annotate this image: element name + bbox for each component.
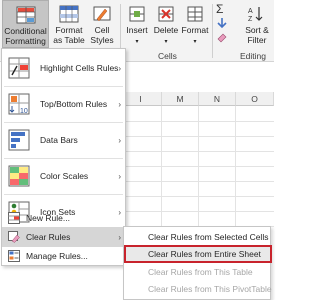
column-header[interactable]: N (199, 92, 236, 106)
format-as-table-button[interactable]: Format as Table (50, 0, 88, 48)
conditional-formatting-label: Conditional Formatting (4, 26, 47, 46)
insert-cells-icon (127, 5, 147, 23)
menu-item-label: New Rule... (26, 213, 70, 223)
column-header[interactable]: I (120, 92, 162, 106)
menu-item-manage-rules[interactable]: Manage Rules... (2, 246, 125, 266)
autosum-button[interactable]: Σ (216, 2, 236, 16)
chevron-down-icon: ▾ (193, 39, 197, 45)
menu-item-label: Color Scales (40, 171, 89, 181)
cell-styles-icon (92, 5, 112, 23)
submenu-item-clear-this-table: Clear Rules from This Table (148, 267, 253, 277)
top-bottom-icon: 10 (8, 93, 30, 117)
menu-item-highlight-cells-rules[interactable]: Highlight Cells Rules › (2, 51, 125, 85)
cell-styles-label: Cell Styles (90, 25, 114, 45)
editing-group-label: Editing (240, 51, 266, 61)
chevron-right-icon: › (118, 135, 121, 145)
format-as-table-icon (59, 5, 79, 23)
format-cells-icon (185, 5, 205, 23)
gridline (120, 211, 274, 212)
eraser-icon (217, 33, 227, 43)
menu-item-label: Data Bars (40, 135, 78, 145)
menu-item-label: Top/Bottom Rules (40, 99, 108, 109)
sort-filter-button[interactable]: A Z Sort & Filter (240, 0, 274, 48)
column-header[interactable]: M (162, 92, 199, 106)
cell-styles-button[interactable]: Cell Styles (88, 0, 116, 48)
menu-item-label: Highlight Cells Rules (40, 63, 119, 73)
menu-item-label: Clear Rules (26, 232, 71, 242)
menu-item-new-rule[interactable]: New Rule... (2, 208, 125, 228)
chevron-right-icon: › (118, 171, 121, 181)
fill-button[interactable] (216, 17, 230, 29)
insert-button[interactable]: Insert ▾ (123, 0, 151, 48)
menu-item-data-bars[interactable]: Data Bars › (2, 123, 125, 157)
sigma-icon: Σ (216, 2, 224, 16)
cells-group-label: Cells (158, 51, 177, 61)
menu-item-top-bottom-rules[interactable]: 10 Top/Bottom Rules › (2, 87, 125, 121)
conditional-formatting-icon (16, 6, 36, 24)
ribbon-separator (212, 4, 213, 58)
svg-text:A: A (248, 8, 253, 15)
menu-item-label: Manage Rules... (26, 251, 88, 261)
format-label: Format (181, 25, 209, 35)
insert-label: Insert (126, 25, 148, 35)
gridline (120, 136, 274, 137)
new-rule-icon (8, 212, 20, 226)
data-bars-icon (8, 129, 30, 153)
conditional-formatting-menu: Highlight Cells Rules › 10 Top/Bottom Ru… (1, 48, 126, 266)
gridline (120, 181, 274, 182)
svg-text:Z: Z (248, 16, 253, 23)
chevron-right-icon: › (118, 63, 121, 73)
chevron-right-icon: › (118, 99, 121, 109)
chevron-down-icon: ▾ (164, 39, 168, 45)
format-as-table-label: Format as Table (53, 25, 85, 45)
fill-down-icon (217, 18, 227, 29)
delete-label: Delete (153, 25, 179, 35)
clear-rules-submenu: Clear Rules from Selected Cells Clear Ru… (123, 226, 272, 300)
delete-button[interactable]: Delete ▾ (152, 0, 180, 48)
svg-text:10: 10 (20, 108, 28, 115)
delete-cells-icon (156, 5, 176, 23)
submenu-item-clear-entire-sheet[interactable]: Clear Rules from Entire Sheet (124, 245, 272, 263)
clear-button[interactable] (216, 31, 230, 43)
conditional-formatting-button[interactable]: Conditional Formatting (2, 0, 49, 48)
sort-filter-label: Sort & Filter (245, 25, 269, 45)
chevron-down-icon: ▾ (135, 39, 139, 45)
manage-rules-icon (8, 250, 20, 264)
color-scales-icon (8, 165, 30, 189)
column-header[interactable]: O (236, 92, 274, 106)
submenu-item-clear-this-pivottable: Clear Rules from This PivotTable (148, 284, 272, 294)
gridline (120, 121, 274, 122)
sort-filter-icon: A Z (247, 5, 267, 23)
gridline (120, 196, 274, 197)
menu-item-color-scales[interactable]: Color Scales › (2, 159, 125, 193)
gridline (120, 166, 274, 167)
menu-item-clear-rules[interactable]: Clear Rules › (2, 227, 125, 247)
highlight-cells-icon (8, 57, 30, 81)
gridline (120, 151, 274, 152)
clear-rules-icon (8, 231, 20, 245)
submenu-item-clear-selected-cells[interactable]: Clear Rules from Selected Cells (124, 228, 270, 246)
format-button[interactable]: Format ▾ (181, 0, 209, 48)
chevron-right-icon: › (118, 232, 121, 242)
